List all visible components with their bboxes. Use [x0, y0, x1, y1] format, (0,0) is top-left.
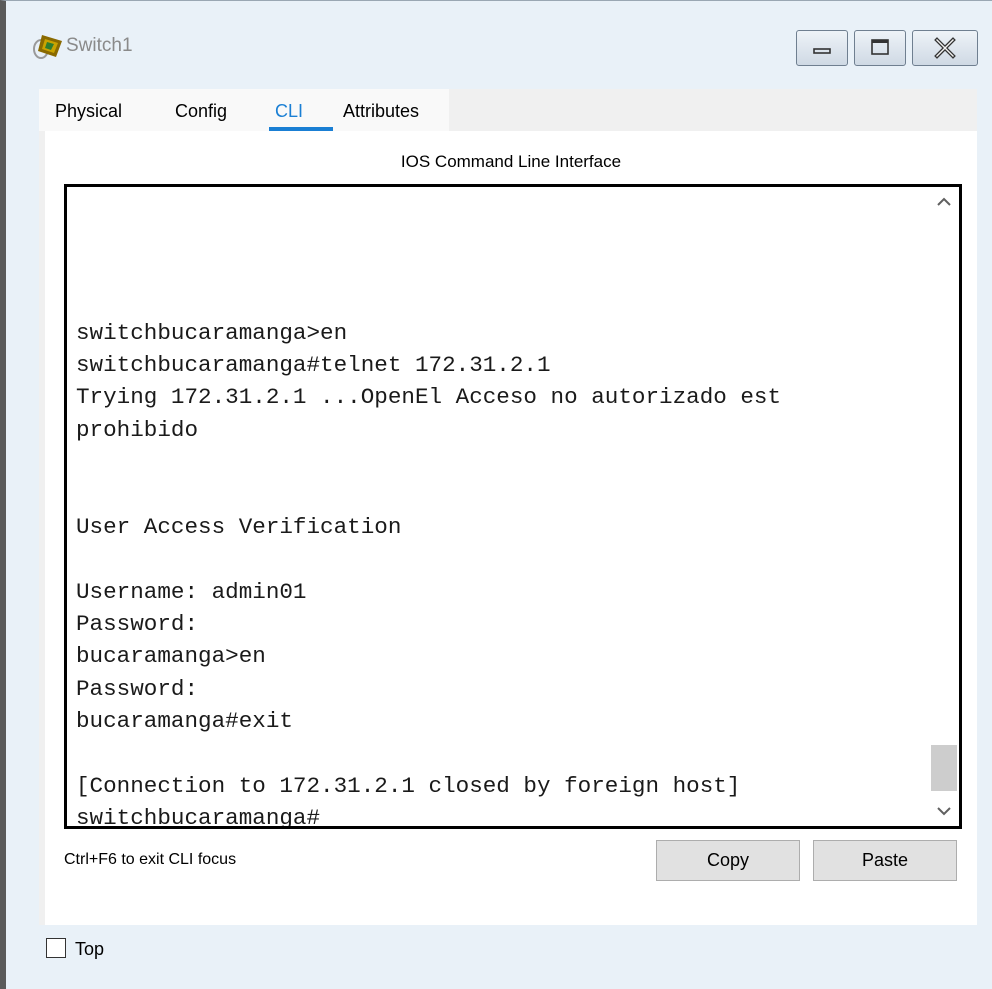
title-bar[interactable]: Switch1	[6, 1, 992, 83]
terminal-line: bucaramanga#exit	[76, 708, 293, 735]
top-checkbox[interactable]	[46, 938, 66, 958]
window-title: Switch1	[66, 35, 133, 56]
cli-focus-hint: Ctrl+F6 to exit CLI focus	[64, 851, 237, 868]
top-checkbox-label: Top	[75, 939, 105, 959]
terminal-line: Trying 172.31.2.1 ...OpenEl Acceso no au…	[76, 384, 782, 411]
terminal-scrollbar[interactable]	[929, 187, 959, 826]
tab-physical[interactable]: Physical	[55, 101, 122, 122]
scroll-down-icon[interactable]	[929, 796, 959, 826]
maximize-icon	[871, 39, 889, 55]
terminal-line: switchbucaramanga#	[76, 805, 321, 829]
cli-heading: IOS Command Line Interface	[400, 152, 622, 171]
terminal-line: switchbucaramanga#telnet 172.31.2.1	[76, 351, 551, 378]
close-button[interactable]	[912, 30, 978, 66]
tab-attributes[interactable]: Attributes	[343, 101, 419, 122]
scroll-thumb[interactable]	[931, 745, 957, 791]
terminal-line: prohibido	[76, 416, 199, 443]
maximize-button[interactable]	[854, 30, 906, 66]
cli-terminal[interactable]: switchbucaramanga>en switchbucaramanga#te…	[64, 184, 962, 829]
terminal-line: [Connection to 172.31.2.1 closed by fore…	[76, 773, 741, 800]
terminal-line: bucaramanga>en	[76, 643, 266, 670]
minimize-icon	[813, 48, 831, 54]
terminal-output[interactable]: switchbucaramanga>en switchbucaramanga#te…	[76, 187, 926, 826]
paste-button[interactable]: Paste	[813, 840, 957, 881]
scroll-up-icon[interactable]	[929, 187, 959, 217]
terminal-line: Password:	[76, 611, 199, 638]
copy-button[interactable]: Copy	[656, 840, 800, 881]
tabs-container: Physical Config CLI Attributes IOS Comma…	[39, 89, 977, 925]
terminal-line: Username: admin01	[76, 578, 307, 605]
tab-config[interactable]: Config	[175, 101, 227, 122]
terminal-line: User Access Verification	[76, 513, 402, 540]
tab-cli[interactable]: CLI	[275, 101, 303, 122]
terminal-line: switchbucaramanga>en	[76, 319, 348, 346]
close-icon	[934, 37, 956, 59]
switch1-window: Switch1 Physical Config CLI Attributes I…	[0, 0, 992, 989]
tab-strip: Physical Config CLI Attributes	[39, 89, 449, 131]
terminal-line: Password:	[76, 675, 199, 702]
minimize-button[interactable]	[796, 30, 848, 66]
cli-panel: IOS Command Line Interface switchbucaram…	[45, 131, 977, 925]
packet-tracer-switch-icon	[33, 35, 62, 59]
